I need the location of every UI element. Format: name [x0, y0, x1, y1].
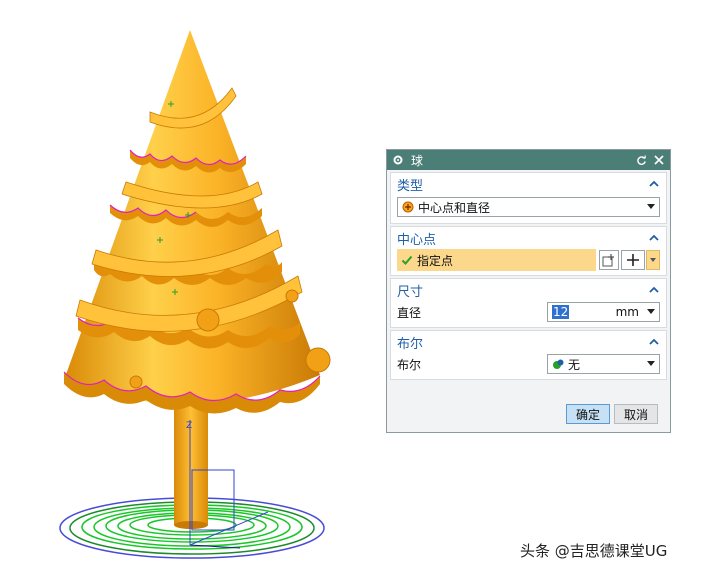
group-boolean-header[interactable]: 布尔	[391, 331, 666, 353]
boolean-value: 无	[568, 357, 581, 372]
tree-cone	[63, 30, 331, 414]
group-boolean-label: 布尔	[397, 336, 424, 352]
chevron-up-icon	[649, 338, 659, 345]
diameter-label: 直径	[397, 305, 422, 320]
type-dropdown-value: 中心点和直径	[418, 200, 491, 215]
watermark-text: 头条 @吉思德课堂UG	[520, 542, 668, 560]
dialog-footer: 确定 取消	[566, 404, 658, 424]
boolean-dropdown[interactable]: 无	[547, 354, 660, 374]
cancel-button[interactable]: 取消	[614, 404, 658, 424]
ok-button[interactable]: 确定	[566, 404, 610, 424]
group-size-header[interactable]: 尺寸	[391, 279, 666, 301]
caret-down-icon	[647, 360, 655, 368]
group-type-label: 类型	[397, 178, 424, 194]
group-boolean: 布尔 布尔 无	[390, 330, 667, 380]
reset-icon[interactable]	[634, 153, 648, 167]
caret-down-icon	[647, 203, 655, 211]
diameter-value: 12	[552, 305, 570, 319]
dialog-title: 球	[411, 153, 424, 168]
diameter-input[interactable]: 12 mm	[547, 302, 660, 322]
chevron-up-icon	[649, 180, 659, 187]
plus-icon	[627, 254, 639, 266]
point-dialog-button[interactable]	[599, 250, 619, 270]
boolean-label: 布尔	[397, 357, 422, 372]
center-point-icon	[402, 201, 414, 213]
sphere-dialog: 球 类型 中心点和直径 中心点 指定点 尺寸 直径 12 mm 布尔 布尔 无 …	[386, 149, 671, 433]
group-size-label: 尺寸	[397, 284, 424, 300]
point-type-dropdown[interactable]	[646, 250, 660, 270]
point-type-button[interactable]	[621, 250, 645, 270]
group-center: 中心点 指定点	[390, 226, 667, 276]
group-size: 尺寸 直径 12 mm	[390, 278, 667, 328]
specify-point-selector[interactable]: 指定点	[397, 249, 596, 271]
close-icon[interactable]	[652, 153, 666, 167]
group-type: 类型 中心点和直径	[390, 172, 667, 224]
diameter-unit: mm	[615, 305, 639, 319]
caret-down-icon	[647, 308, 655, 316]
check-icon	[401, 255, 413, 265]
svg-text:Z: Z	[186, 421, 192, 431]
gear-icon	[391, 153, 405, 167]
group-center-header[interactable]: 中心点	[391, 227, 666, 249]
group-center-label: 中心点	[397, 232, 437, 248]
boolean-none-icon	[553, 359, 564, 369]
type-dropdown[interactable]: 中心点和直径	[397, 197, 660, 217]
group-type-header[interactable]: 类型	[391, 173, 666, 195]
caret-down-icon	[650, 258, 656, 262]
specify-point-label: 指定点	[417, 253, 454, 268]
point-dialog-icon	[602, 254, 614, 267]
dialog-titlebar: 球	[387, 150, 670, 170]
chevron-up-icon	[649, 286, 659, 293]
chevron-up-icon	[649, 234, 659, 241]
